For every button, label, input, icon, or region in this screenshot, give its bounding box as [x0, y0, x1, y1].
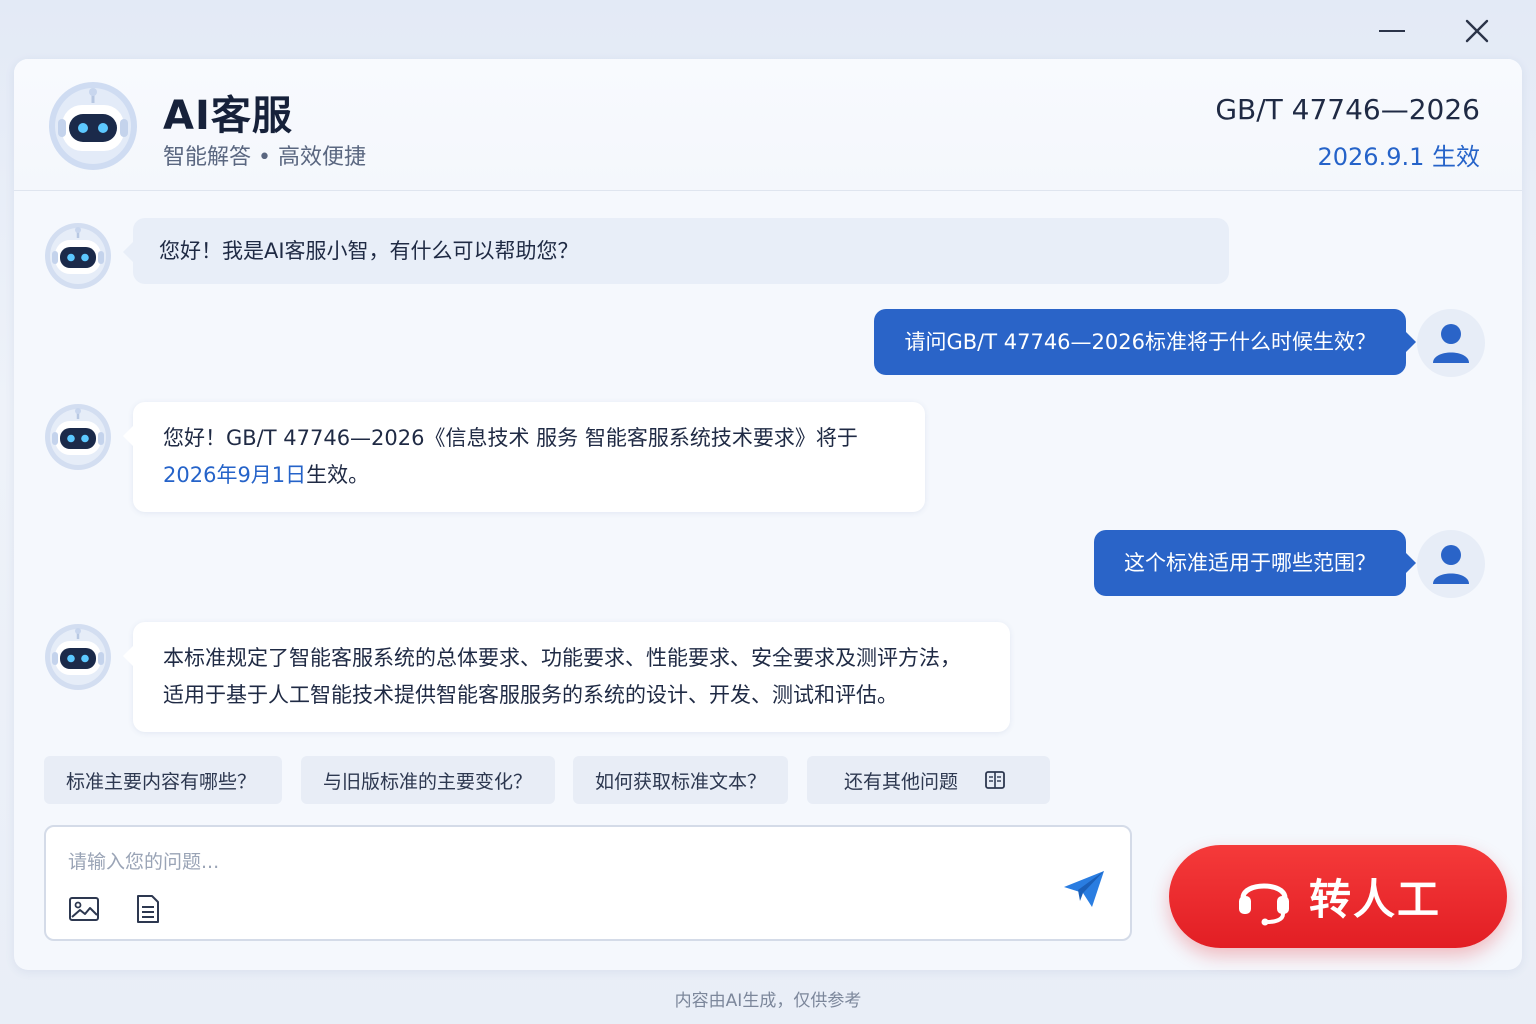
- effective-date: 2026.9.1 生效: [1317, 143, 1480, 171]
- image-upload-icon[interactable]: [68, 893, 100, 925]
- suggestion-chip-more[interactable]: 还有其他问题: [807, 756, 1050, 804]
- close-button[interactable]: [1460, 14, 1494, 48]
- effective-date-highlight: 2026年9月1日: [163, 463, 307, 487]
- message-input[interactable]: [68, 845, 1028, 879]
- suggestion-chip[interactable]: 与旧版标准的主要变化？: [301, 756, 555, 804]
- app-subtitle: 智能解答 • 高效便捷: [163, 145, 366, 170]
- suggestion-label: 与旧版标准的主要变化？: [323, 770, 533, 793]
- bot-message: 您好！GB/T 47746—2026《信息技术 服务 智能客服系统技术要求》将于…: [123, 402, 925, 512]
- suggestion-label: 标准主要内容有哪些？: [66, 770, 257, 793]
- bot-avatar-icon: [45, 404, 111, 470]
- user-message: 请问GB/T 47746—2026标准将于什么时候生效？: [874, 309, 1416, 375]
- suggestion-chip[interactable]: 标准主要内容有哪些？: [44, 756, 282, 804]
- bot-message: 本标准规定了智能客服系统的总体要求、功能要求、性能要求、安全要求及测评方法， 适…: [123, 622, 1010, 732]
- message-composer: [44, 825, 1132, 941]
- minimize-button[interactable]: [1375, 14, 1409, 48]
- send-icon[interactable]: [1062, 869, 1106, 909]
- user-avatar: [1417, 530, 1485, 598]
- user-message-text: 这个标准适用于哪些范围？: [1124, 551, 1376, 575]
- suggestion-label: 还有其他问题: [844, 770, 959, 793]
- transfer-to-human-button[interactable]: 转人工: [1169, 845, 1507, 948]
- standard-code: GB/T 47746—2026: [1215, 93, 1480, 126]
- suggestion-label: 如何获取标准文本？: [595, 770, 767, 793]
- bot-message-text: 您好！GB/T 47746—2026《信息技术 服务 智能客服系统技术要求》将于: [163, 426, 858, 450]
- minimize-icon: [1379, 30, 1405, 32]
- user-icon: [1433, 545, 1469, 584]
- user-icon: [1433, 324, 1469, 363]
- bot-message-text: 您好！我是AI客服小智，有什么可以帮助您？: [159, 239, 579, 263]
- bot-message: 您好！我是AI客服小智，有什么可以帮助您？: [123, 218, 1229, 284]
- user-avatar: [1417, 309, 1485, 377]
- robot-logo-icon: [49, 82, 137, 170]
- bot-message-line: 本标准规定了智能客服系统的总体要求、功能要求、性能要求、安全要求及测评方法，: [163, 646, 961, 670]
- user-message: 这个标准适用于哪些范围？: [1094, 530, 1416, 596]
- close-icon: [1465, 19, 1489, 43]
- question-book-icon: [985, 771, 1005, 789]
- ai-disclaimer: 内容由AI生成，仅供参考: [674, 991, 862, 1011]
- app-title: AI客服: [163, 93, 293, 139]
- bot-message-line: 适用于基于人工智能技术提供智能客服服务的系统的设计、开发、测试和评估。: [163, 683, 898, 707]
- file-upload-icon[interactable]: [132, 893, 164, 925]
- transfer-label: 转人工: [1308, 875, 1441, 924]
- bot-avatar-icon: [45, 624, 111, 690]
- suggestion-chip[interactable]: 如何获取标准文本？: [573, 756, 788, 804]
- chat-header: AI客服 智能解答 • 高效便捷 GB/T 47746—2026 2026.9.…: [14, 59, 1522, 191]
- bot-message-text-tail: 生效。: [306, 463, 370, 487]
- headset-icon: [1238, 883, 1289, 925]
- user-message-text: 请问GB/T 47746—2026标准将于什么时候生效？: [904, 330, 1376, 354]
- bot-avatar-icon: [45, 223, 111, 289]
- chat-panel: AI客服 智能解答 • 高效便捷 GB/T 47746—2026 2026.9.…: [14, 59, 1522, 970]
